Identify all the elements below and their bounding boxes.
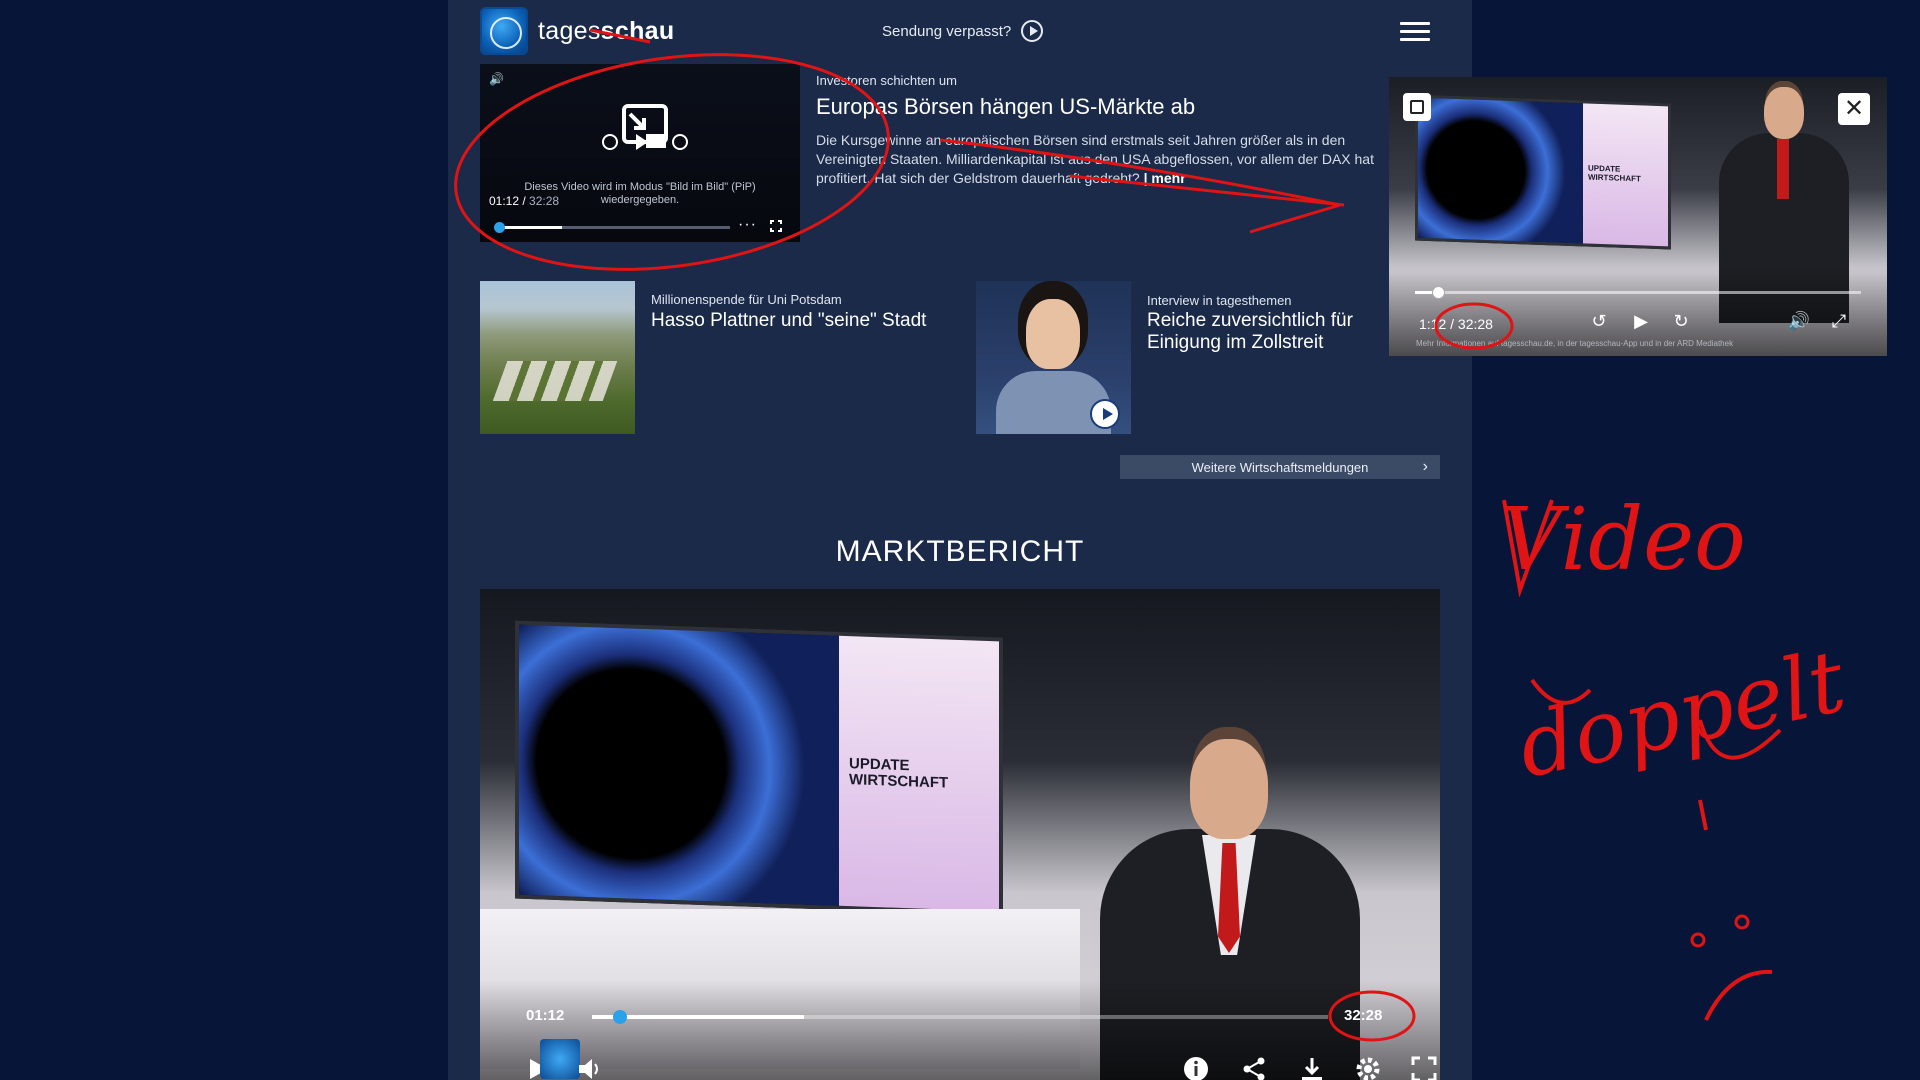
- more-business-news-label: Weitere Wirtschaftsmeldungen: [1191, 459, 1369, 475]
- more-business-news-button[interactable]: Weitere Wirtschaftsmeldungen ›: [1120, 455, 1440, 479]
- studio-screen: UPDATE WIRTSCHAFT: [1415, 94, 1671, 250]
- pip-progress-knob[interactable]: [494, 222, 505, 233]
- volume-icon[interactable]: [576, 1055, 604, 1080]
- volume-icon[interactable]: 🔊: [1787, 309, 1811, 333]
- rewind-10-icon[interactable]: ↺: [1587, 309, 1611, 333]
- logo-text: tagesschau: [538, 16, 675, 45]
- more-link[interactable]: | mehr: [1144, 170, 1186, 186]
- play-circle-icon: [1021, 20, 1044, 42]
- lead-kicker: Investoren schichten um: [816, 73, 957, 88]
- chevron-right-icon: ›: [1422, 458, 1428, 475]
- tagesschau-logo[interactable]: tagesschau: [480, 7, 674, 55]
- duration: 32:28: [1344, 1007, 1383, 1024]
- progress-bar[interactable]: [592, 1010, 1328, 1024]
- ard-logo-icon: [540, 1039, 580, 1079]
- annotation-text: Video: [1500, 490, 1746, 590]
- teaser-kicker: Millionenspende für Uni Potsdam: [651, 292, 842, 307]
- current-time: 01:12: [526, 1007, 565, 1024]
- teaser-title[interactable]: Hasso Plattner und "seine" Stadt: [651, 310, 926, 332]
- teaser-image-potsdam[interactable]: [480, 281, 635, 434]
- picture-in-picture-icon: [602, 104, 688, 150]
- pip-window-progress-bar[interactable]: [1415, 286, 1861, 299]
- play-button-icon[interactable]: [1090, 399, 1120, 429]
- lead-text: Die Kursgewinne an europäischen Börsen s…: [816, 132, 1374, 186]
- pip-placeholder-player[interactable]: 🔊 Dieses Video wird im Modus "Bild im Bi…: [480, 64, 800, 242]
- speaker-icon[interactable]: 🔊: [489, 72, 504, 86]
- more-options-icon[interactable]: ···: [738, 216, 757, 234]
- teaser-title[interactable]: Reiche zuversichtlich für Einigung im Zo…: [1147, 310, 1377, 354]
- studio-screen: UPDATE WIRTSCHAFT: [515, 620, 1003, 916]
- lead-title[interactable]: Europas Börsen hängen US-Märkte ab: [816, 94, 1195, 120]
- back-to-tab-icon[interactable]: [1403, 93, 1431, 121]
- close-icon[interactable]: ✕: [1838, 93, 1870, 125]
- play-icon[interactable]: ▶: [1629, 309, 1653, 333]
- fullscreen-icon[interactable]: [769, 219, 783, 233]
- download-icon[interactable]: [1298, 1055, 1326, 1080]
- expand-icon[interactable]: ⤢: [1827, 309, 1851, 333]
- forward-10-icon[interactable]: ↻: [1669, 309, 1693, 333]
- share-icon[interactable]: [1240, 1055, 1268, 1080]
- progress-knob[interactable]: [613, 1010, 627, 1024]
- pip-time: 01:12 / 32:28: [489, 194, 560, 208]
- section-title: MARKTBERICHT: [835, 535, 1085, 568]
- info-icon[interactable]: [1182, 1055, 1210, 1080]
- main-video-player[interactable]: UPDATE WIRTSCHAFT 01:12 32:28: [480, 589, 1440, 1080]
- pip-floating-window[interactable]: UPDATE WIRTSCHAFT ✕ 1:12 / 32:28 ↺ ▶ ↻ 🔊 …: [1389, 77, 1887, 356]
- annotation-text: doppelt: [1510, 631, 1854, 798]
- pip-progress-bar[interactable]: [494, 222, 730, 233]
- pip-window-time: 1:12 / 32:28: [1419, 316, 1493, 332]
- missed-label: Sendung verpasst?: [882, 22, 1012, 40]
- teaser-image-interview[interactable]: [976, 281, 1131, 434]
- fullscreen-icon[interactable]: [1410, 1055, 1438, 1080]
- missed-broadcast-link[interactable]: Sendung verpasst?: [882, 20, 1044, 42]
- menu-icon[interactable]: [1400, 22, 1430, 42]
- pip-window-footer: Mehr Informationen auf tagesschau.de, in…: [1416, 339, 1734, 348]
- page: tagesschau Sendung verpasst? 🔊 Dieses Vi…: [448, 0, 1472, 1080]
- settings-gear-icon[interactable]: [1354, 1055, 1382, 1080]
- globe-icon: [480, 7, 528, 55]
- progress-knob[interactable]: [1432, 286, 1445, 299]
- teaser-kicker: Interview in tagesthemen: [1147, 293, 1292, 308]
